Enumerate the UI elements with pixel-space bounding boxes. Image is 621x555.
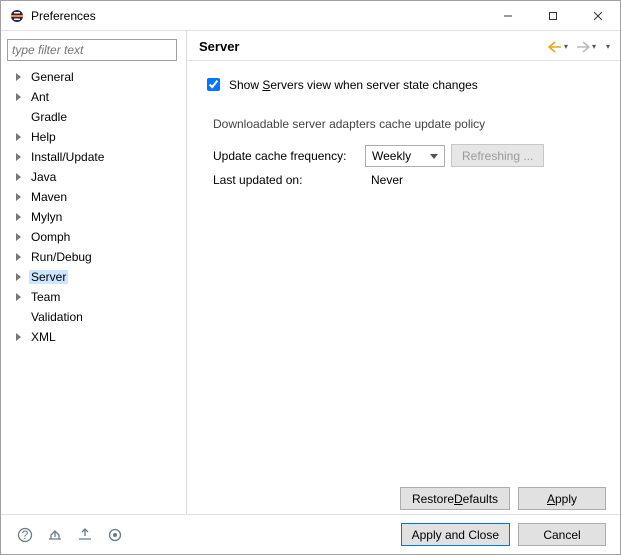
app-icon: [9, 8, 25, 24]
expand-icon[interactable]: [13, 71, 25, 83]
update-frequency-value: Weekly: [372, 149, 411, 163]
tree-item-label: Validation: [29, 310, 85, 324]
expand-icon[interactable]: [13, 151, 25, 163]
export-icon[interactable]: [75, 525, 95, 545]
expand-icon[interactable]: [13, 211, 25, 223]
main-panel: Server ▾ ▾ ▾: [187, 31, 620, 514]
tree-item-label: General: [29, 70, 76, 84]
show-servers-checkbox[interactable]: [207, 78, 220, 91]
tree-item-xml[interactable]: XML: [7, 327, 180, 347]
expand-icon[interactable]: [13, 191, 25, 203]
cancel-button[interactable]: Cancel: [518, 523, 606, 546]
tree-item-run-debug[interactable]: Run/Debug: [7, 247, 180, 267]
tree-item-team[interactable]: Team: [7, 287, 180, 307]
back-button[interactable]: ▾: [548, 41, 568, 53]
import-icon[interactable]: [45, 525, 65, 545]
tree-item-java[interactable]: Java: [7, 167, 180, 187]
tree-item-gradle[interactable]: Gradle: [7, 107, 180, 127]
tree-item-label: Ant: [29, 90, 51, 104]
expand-icon[interactable]: [13, 231, 25, 243]
sidebar: General Ant Gradle Help Install/Update Java Ma…: [1, 31, 187, 514]
group-title: Downloadable server adapters cache updat…: [213, 117, 598, 141]
preferences-tree[interactable]: General Ant Gradle Help Install/Update Java Ma…: [1, 67, 186, 353]
back-menu-caret[interactable]: ▾: [564, 42, 568, 51]
tree-item-label: Help: [29, 130, 58, 144]
forward-button[interactable]: ▾: [576, 41, 596, 53]
minimize-button[interactable]: [485, 1, 530, 30]
tree-item-help[interactable]: Help: [7, 127, 180, 147]
expand-icon[interactable]: [13, 271, 25, 283]
main-header: Server ▾ ▾ ▾: [187, 31, 620, 61]
dialog-body: General Ant Gradle Help Install/Update Java Ma…: [1, 31, 620, 554]
filter-input[interactable]: [7, 39, 177, 61]
tree-item-oomph[interactable]: Oomph: [7, 227, 180, 247]
forward-menu-caret[interactable]: ▾: [592, 42, 596, 51]
filter-row: [1, 35, 186, 67]
tree-item-label: Run/Debug: [29, 250, 94, 264]
apply-button[interactable]: Apply: [518, 487, 606, 510]
close-button[interactable]: [575, 1, 620, 30]
refresh-button: Refreshing ...: [451, 144, 544, 167]
tree-item-install-update[interactable]: Install/Update: [7, 147, 180, 167]
expand-icon[interactable]: [13, 331, 25, 343]
tree-item-ant[interactable]: Ant: [7, 87, 180, 107]
header-nav: ▾ ▾ ▾: [548, 41, 610, 53]
help-icon[interactable]: ?: [15, 525, 35, 545]
tree-item-label: XML: [29, 330, 58, 344]
show-servers-label[interactable]: Show Servers view when server state chan…: [229, 78, 478, 92]
preferences-window: Preferences General Ant Gradle Help Install/…: [0, 0, 621, 555]
tree-item-general[interactable]: General: [7, 67, 180, 87]
expand-icon[interactable]: [13, 171, 25, 183]
update-frequency-row: Update cache frequency: Weekly Refreshin…: [213, 141, 598, 170]
expand-icon[interactable]: [13, 91, 25, 103]
update-frequency-label: Update cache frequency:: [213, 149, 359, 163]
window-controls: [485, 1, 620, 30]
dialog-footer: ? Apply and Close Cancel: [1, 514, 620, 554]
page-buttons: Restore Defaults Apply: [187, 477, 620, 514]
tree-item-label: Server: [29, 270, 68, 284]
tree-item-label: Java: [29, 170, 58, 184]
maximize-button[interactable]: [530, 1, 575, 30]
page-title: Server: [199, 39, 239, 54]
last-updated-label: Last updated on:: [213, 173, 359, 187]
svg-text:?: ?: [22, 528, 29, 542]
content: General Ant Gradle Help Install/Update Java Ma…: [1, 31, 620, 514]
expand-icon[interactable]: [13, 251, 25, 263]
oomph-icon[interactable]: [105, 525, 125, 545]
footer-buttons: Apply and Close Cancel: [401, 523, 606, 546]
cache-policy-group: Downloadable server adapters cache updat…: [201, 108, 606, 198]
last-updated-value: Never: [365, 173, 445, 187]
tree-item-label: Team: [29, 290, 62, 304]
tree-item-mylyn[interactable]: Mylyn: [7, 207, 180, 227]
tree-item-maven[interactable]: Maven: [7, 187, 180, 207]
main-body: Show Servers view when server state chan…: [187, 61, 620, 477]
show-servers-row: Show Servers view when server state chan…: [201, 71, 606, 108]
last-updated-row: Last updated on: Never: [213, 170, 598, 190]
apply-close-button[interactable]: Apply and Close: [401, 523, 510, 546]
update-frequency-select[interactable]: Weekly: [365, 145, 445, 167]
tree-item-label: Gradle: [29, 110, 69, 124]
expand-icon[interactable]: [13, 291, 25, 303]
tree-item-label: Mylyn: [29, 210, 64, 224]
restore-defaults-button[interactable]: Restore Defaults: [400, 487, 510, 510]
tree-item-label: Oomph: [29, 230, 72, 244]
expand-icon[interactable]: [13, 131, 25, 143]
view-menu[interactable]: ▾: [604, 42, 610, 51]
tree-item-validation[interactable]: Validation: [7, 307, 180, 327]
tree-item-label: Maven: [29, 190, 69, 204]
tree-item-server[interactable]: Server: [7, 267, 180, 287]
titlebar: Preferences: [1, 1, 620, 31]
footer-toolbar: ?: [15, 525, 125, 545]
tree-item-label: Install/Update: [29, 150, 106, 164]
window-title: Preferences: [31, 9, 485, 23]
